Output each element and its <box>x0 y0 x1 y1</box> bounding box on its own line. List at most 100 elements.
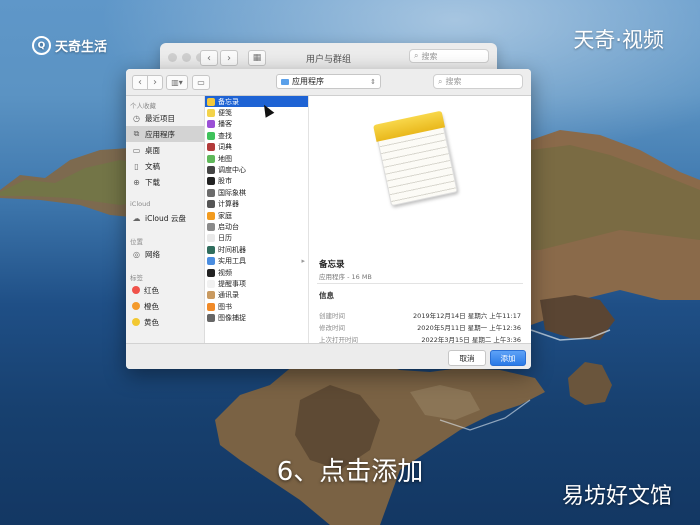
list-item[interactable]: 计算器 <box>205 199 308 210</box>
app-icon <box>207 234 215 243</box>
app-label: 日历 <box>218 234 232 243</box>
sidebar-item-network[interactable]: ◎ 网络 <box>126 246 204 262</box>
forward-arrow-icon[interactable]: › <box>148 75 163 90</box>
preview-app-name: 备忘录 <box>319 260 345 270</box>
sidebar-item-downloads[interactable]: ⊕ 下载 <box>126 174 204 190</box>
cloud-icon: ☁ <box>132 213 141 223</box>
preview-row-modified: 修改时间 2020年5月11日 星期一 上午12:36 <box>319 322 521 332</box>
back-arrow-icon[interactable]: ‹ <box>132 75 148 90</box>
app-icon <box>207 222 215 231</box>
search-icon: ⌕ <box>438 76 443 86</box>
list-item[interactable]: 备忘录 <box>205 96 308 108</box>
app-label: 地图 <box>218 154 232 163</box>
add-button[interactable]: 添加 <box>490 350 526 366</box>
preview-row-key: 创建时间 <box>319 312 345 320</box>
app-label: 查找 <box>218 131 232 140</box>
sidebar-item-tag-yellow[interactable]: 黄色 <box>126 314 204 330</box>
app-label: 备忘录 <box>218 97 239 106</box>
apps-icon: ⧉ <box>133 129 140 138</box>
app-label: 家庭 <box>218 211 232 220</box>
list-item[interactable]: 便笺 <box>205 107 308 118</box>
dialog-footer: 取消 添加 <box>126 343 531 369</box>
app-icon <box>207 154 215 163</box>
list-item[interactable]: 通讯录 <box>205 290 308 301</box>
app-icon <box>207 188 215 197</box>
sidebar-item-desktop[interactable]: ▭ 桌面 <box>126 142 204 158</box>
app-label: 图书 <box>218 302 232 311</box>
red-tag-dot-icon <box>132 286 140 294</box>
list-item[interactable]: 地图 <box>205 153 308 164</box>
document-icon: ▯ <box>134 161 139 171</box>
brand-logo-icon: Q <box>32 36 51 55</box>
app-label: 计算器 <box>218 200 239 209</box>
app-label: 实用工具 <box>218 257 246 266</box>
preview-row-created: 创建时间 2019年12月14日 星期六 上午11:17 <box>319 310 521 320</box>
list-item[interactable]: 国际象棋 <box>205 187 308 198</box>
sidebar-header-favorites: 个人收藏 <box>130 102 156 110</box>
list-item[interactable]: 股市 <box>205 176 308 187</box>
app-label: 国际象棋 <box>218 188 246 197</box>
app-label: 通讯录 <box>218 291 239 300</box>
list-item[interactable]: 时间机器 <box>205 244 308 255</box>
search-icon: ⌕ <box>414 51 419 60</box>
sidebar-item-applications[interactable]: ⧉ 应用程序 <box>126 126 204 142</box>
preview-info-label: 信息 <box>319 291 334 300</box>
sidebar-item-recents[interactable]: ◷ 最近项目 <box>126 110 204 126</box>
applications-column: 备忘录 便笺 播客 查找 词典 地图 调度中心 股市 国际象棋 计算器 家庭 启动台 日历 时间机器 实用工… <box>205 96 309 343</box>
list-item[interactable]: 实用工具 ▸ <box>205 255 308 266</box>
sidebar-item-tag-red[interactable]: 红色 <box>126 282 204 298</box>
app-icon <box>207 120 215 129</box>
list-item[interactable]: 图书 <box>205 301 308 312</box>
sidebar-item-documents[interactable]: ▯ 文稿 <box>126 158 204 174</box>
download-icon: ⊕ <box>133 177 140 187</box>
app-icon <box>207 143 215 152</box>
orange-tag-dot-icon <box>132 302 140 310</box>
app-icon <box>207 314 215 323</box>
new-folder-icon[interactable]: ▭ <box>192 75 210 90</box>
sidebar-item-label: 下载 <box>145 177 160 187</box>
sidebar-item-label: 桌面 <box>145 145 160 155</box>
sidebar-item-label: iCloud 云盘 <box>145 213 186 223</box>
list-item[interactable]: 调度中心 <box>205 164 308 175</box>
app-label: 启动台 <box>218 222 239 231</box>
notes-app-icon <box>373 110 458 207</box>
app-label: 词典 <box>218 143 232 152</box>
app-icon <box>207 166 215 175</box>
folder-icon <box>281 78 289 85</box>
app-icon <box>207 109 215 118</box>
list-item[interactable]: 词典 <box>205 142 308 153</box>
watermark-bottom-right: 易坊好文馆 <box>561 484 672 509</box>
watermark-top-left: Q 天奇生活 <box>32 36 107 55</box>
list-item[interactable]: 家庭 <box>205 210 308 221</box>
app-label: 时间机器 <box>218 245 246 254</box>
sidebar-item-label: 最近项目 <box>145 113 175 123</box>
sidebar-item-label: 应用程序 <box>145 129 175 139</box>
app-icon <box>207 291 215 300</box>
sidebar-header-icloud: iCloud <box>130 200 151 208</box>
back-window-search[interactable]: ⌕ 搜索 <box>409 49 489 63</box>
view-mode-icon[interactable]: ▥▾ <box>166 75 188 90</box>
sidebar-item-tag-orange[interactable]: 橙色 <box>126 298 204 314</box>
sidebar-header-locations: 位置 <box>130 238 143 246</box>
desktop-icon: ▭ <box>132 145 141 155</box>
location-popup[interactable]: 应用程序 ⇕ <box>276 74 381 89</box>
sidebar-item-icloud-drive[interactable]: ☁ iCloud 云盘 <box>126 210 204 226</box>
app-icon <box>207 131 215 140</box>
list-item[interactable]: 播客 <box>205 119 308 130</box>
list-item[interactable]: 提醒事项 <box>205 278 308 289</box>
cancel-button[interactable]: 取消 <box>448 350 486 366</box>
location-label: 应用程序 <box>292 77 324 86</box>
app-icon <box>207 268 215 277</box>
list-item[interactable]: 日历 <box>205 233 308 244</box>
app-icon <box>207 211 215 220</box>
preview-app-kind: 应用程序 - 16 MB <box>319 273 372 281</box>
app-label: 调度中心 <box>218 166 246 175</box>
list-item[interactable]: 启动台 <box>205 221 308 232</box>
dialog-search-input[interactable]: ⌕ 搜索 <box>433 74 523 89</box>
clock-icon: ◷ <box>133 113 140 123</box>
sidebar-item-label: 橙色 <box>144 301 159 311</box>
open-file-dialog: ‹ › ▥▾ ▭ 应用程序 ⇕ ⌕ 搜索 个人收藏 ◷ 最近项目 ⧉ 应用程序 … <box>126 69 531 369</box>
list-item[interactable]: 查找 <box>205 130 308 141</box>
list-item[interactable]: 视频 <box>205 267 308 278</box>
list-item[interactable]: 图像捕捉 <box>205 312 308 323</box>
